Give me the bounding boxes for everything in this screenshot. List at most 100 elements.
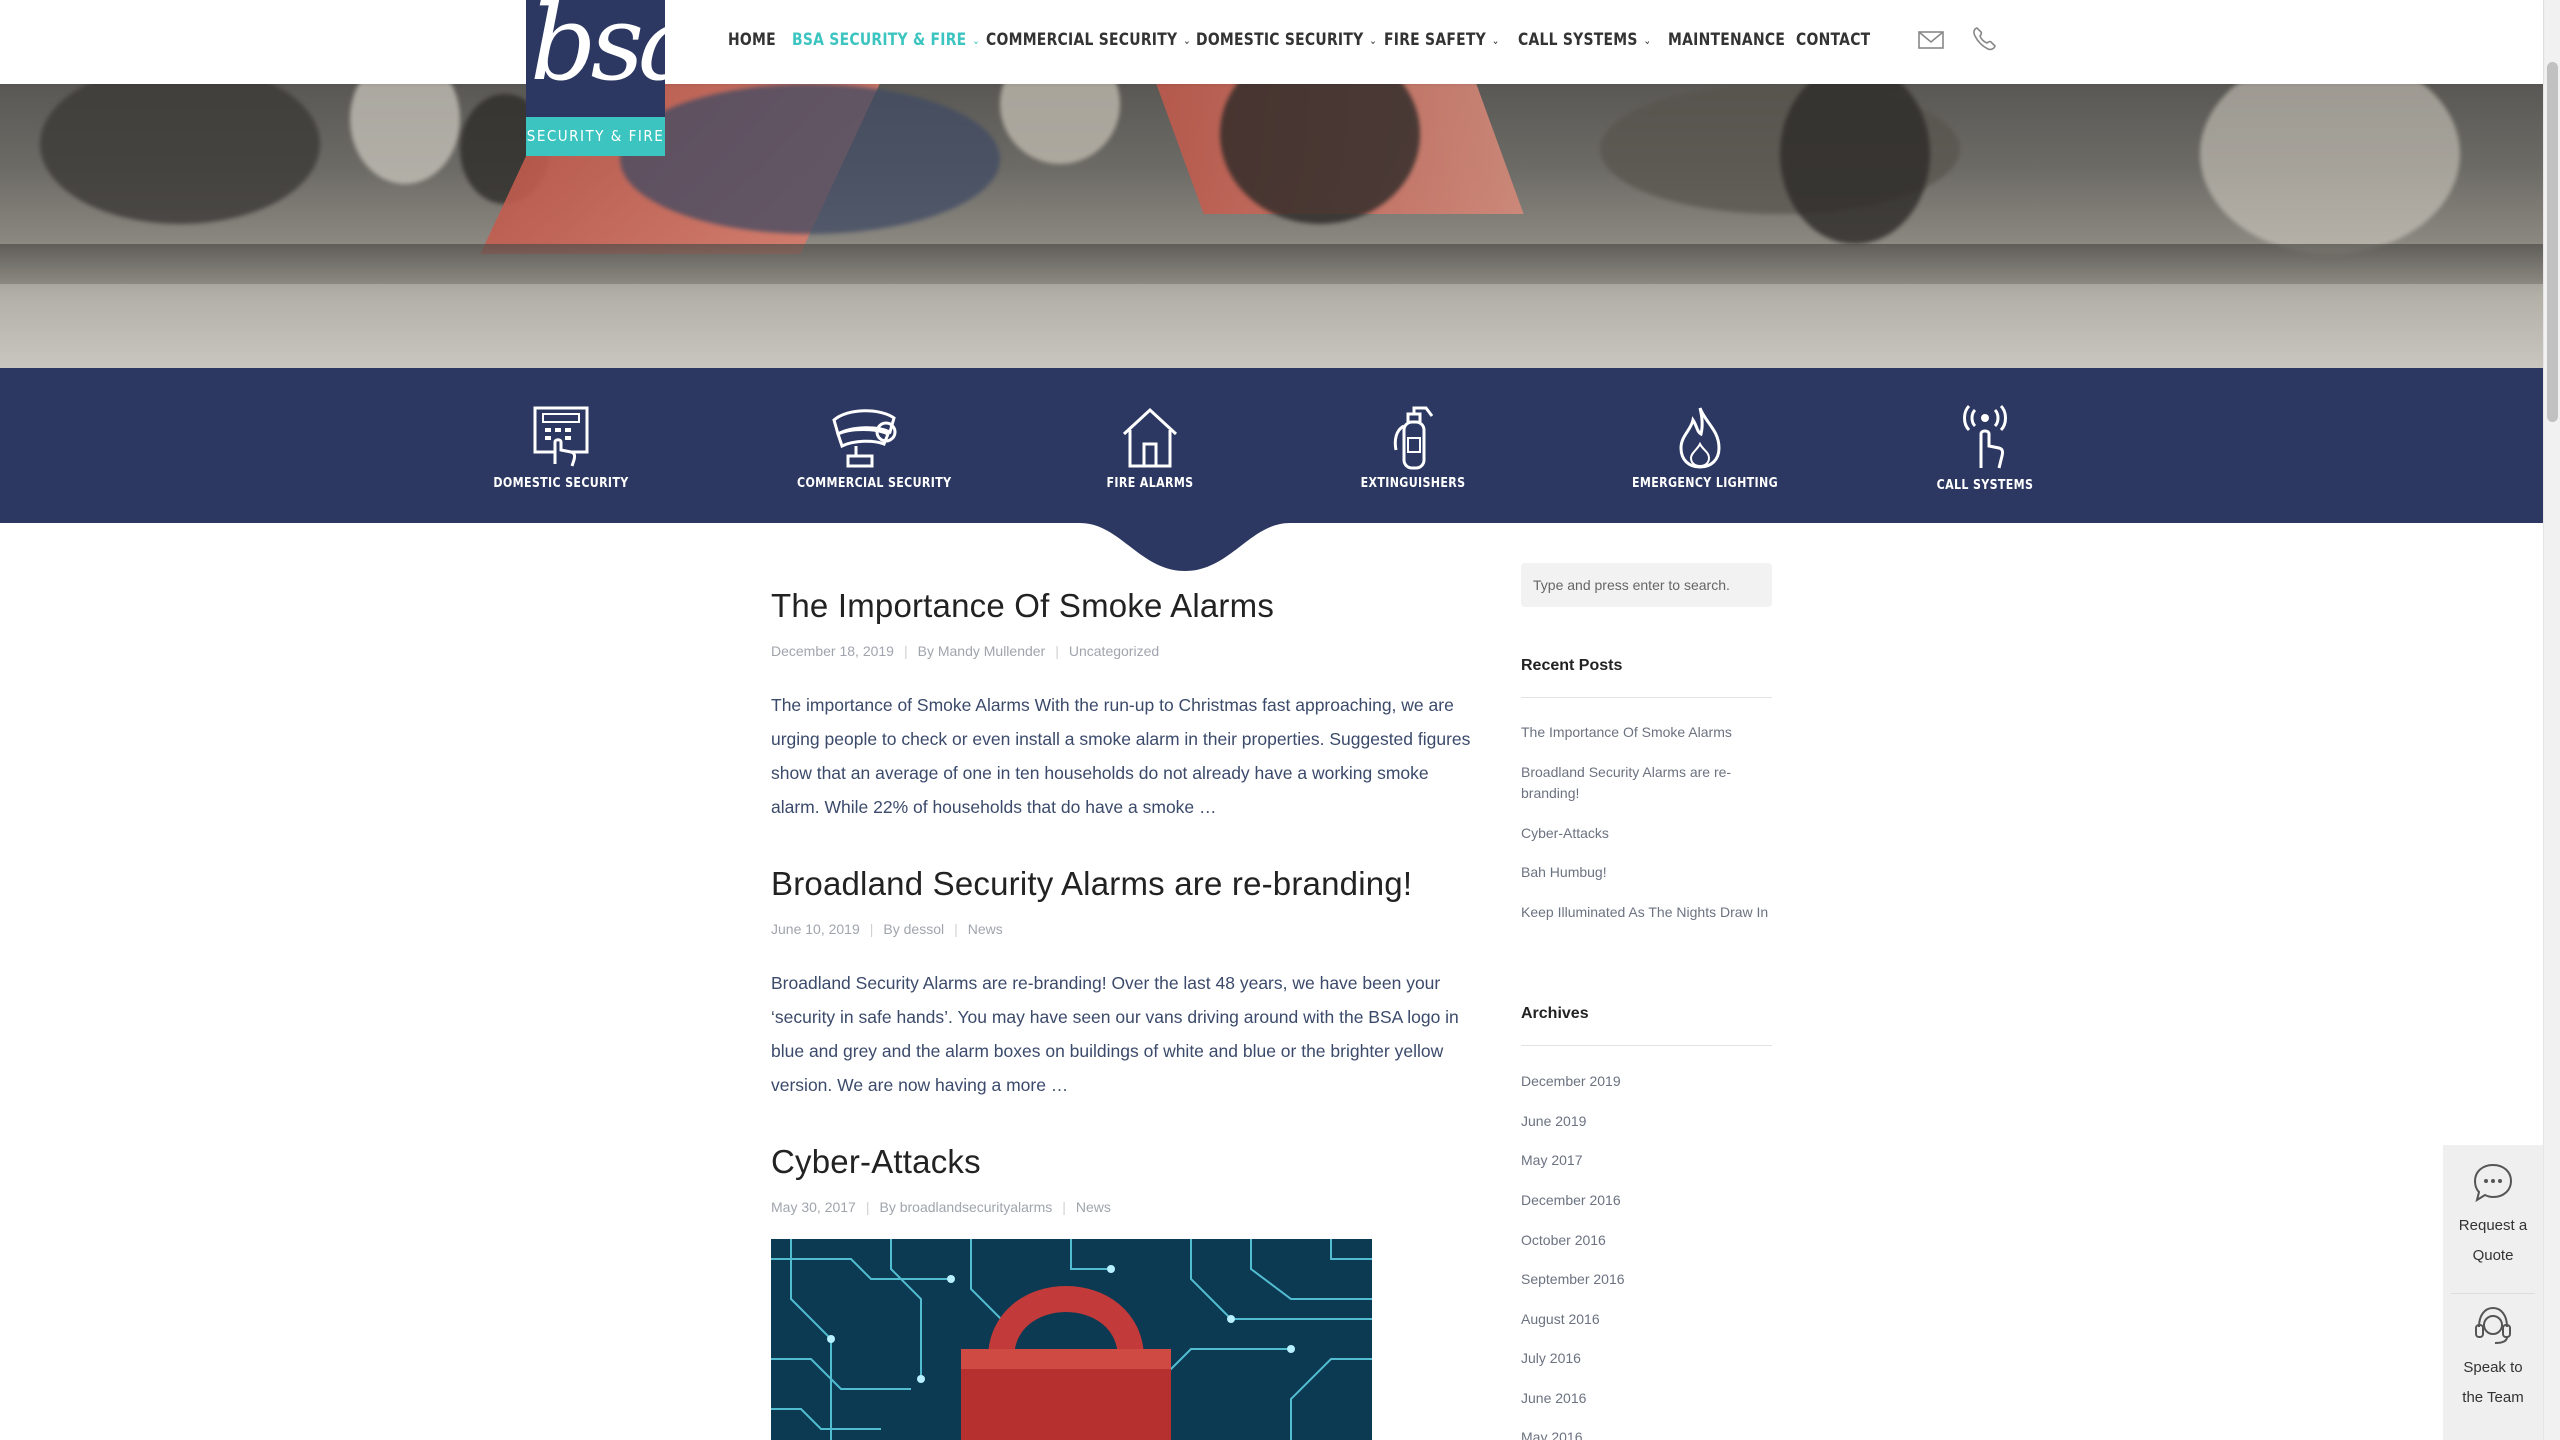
- archive-link[interactable]: December 2019: [1521, 1071, 1772, 1092]
- post-meta: June 10, 2019 | By dessol | News: [771, 921, 1003, 937]
- page-scrollbar[interactable]: [2543, 0, 2560, 1440]
- archive-link[interactable]: June 2019: [1521, 1111, 1772, 1132]
- recent-post-link[interactable]: Cyber-Attacks: [1521, 823, 1772, 844]
- logo-tagline: SECURITY & FIRE: [526, 117, 665, 156]
- nav-label: FIRE SAFETY: [1384, 30, 1487, 50]
- request-quote-button[interactable]: Request a Quote: [2443, 1161, 2543, 1271]
- archive-link[interactable]: August 2016: [1521, 1309, 1772, 1330]
- phone-icon[interactable]: [1969, 24, 1999, 54]
- post-category[interactable]: Uncategorized: [1069, 643, 1159, 659]
- service-fire-alarms[interactable]: FIRE ALARMS: [1070, 404, 1230, 491]
- house-icon: [1122, 407, 1178, 468]
- scrollbar-thumb[interactable]: [2547, 62, 2558, 422]
- recent-post-link[interactable]: Bah Humbug!: [1521, 862, 1772, 883]
- post-category[interactable]: News: [1076, 1199, 1111, 1215]
- recent-post-link[interactable]: Keep Illuminated As The Nights Draw In: [1521, 902, 1772, 923]
- chevron-down-icon: ⌄: [972, 33, 981, 47]
- speak-team-label-1: Speak to: [2463, 1359, 2523, 1376]
- post-item: Cyber-Attacks May 30, 2017 | By broadlands…: [771, 1143, 1476, 1215]
- circuit-padlock-image: [771, 1239, 1372, 1440]
- post-featured-image[interactable]: [771, 1239, 1372, 1440]
- post-date[interactable]: June 10, 2019: [771, 921, 860, 937]
- nav-label: MAINTENANCE: [1668, 30, 1786, 50]
- chevron-down-icon: ⌄: [1643, 33, 1652, 47]
- archive-link[interactable]: May 2017: [1521, 1150, 1772, 1171]
- recent-post-link[interactable]: The Importance Of Smoke Alarms: [1521, 722, 1772, 743]
- chat-bubble-icon: [2473, 1163, 2513, 1203]
- service-domestic-security[interactable]: DOMESTIC SECURITY: [481, 404, 641, 491]
- widget-divider: [1521, 1045, 1772, 1046]
- archive-link[interactable]: June 2016: [1521, 1388, 1772, 1409]
- post-category[interactable]: News: [968, 921, 1003, 937]
- flame-icon: [1679, 407, 1721, 469]
- services-notch: [1080, 523, 1290, 571]
- archive-link[interactable]: May 2016: [1521, 1427, 1772, 1440]
- service-label: CALL SYSTEMS: [1936, 478, 2034, 493]
- hero-banner: [0, 84, 2543, 368]
- chevron-down-icon: ⌄: [1491, 33, 1500, 47]
- services-bar: DOMESTIC SECURITY COMMERCIAL SECURITY FI…: [0, 368, 2543, 523]
- post-author[interactable]: By Mandy Mullender: [918, 643, 1046, 659]
- speak-to-team-button[interactable]: Speak to the Team: [2443, 1303, 2543, 1413]
- post-author[interactable]: By broadlandsecurityalarms: [879, 1199, 1052, 1215]
- nav-label: HOME: [728, 30, 776, 50]
- nav-label: BSA SECURITY & FIRE: [792, 30, 967, 50]
- service-label: EXTINGUISHERS: [1360, 476, 1466, 491]
- service-label: COMMERCIAL SECURITY: [797, 476, 952, 491]
- bsa-logo[interactable]: bsa SECURITY & FIRE: [526, 0, 665, 156]
- nav-label: CALL SYSTEMS: [1518, 30, 1638, 50]
- post-date[interactable]: May 30, 2017: [771, 1199, 856, 1215]
- logo-mark: bsa: [526, 0, 665, 117]
- widget-divider: [1521, 697, 1772, 698]
- archive-link[interactable]: July 2016: [1521, 1348, 1772, 1369]
- post-title[interactable]: Broadland Security Alarms are re-brandin…: [771, 865, 1476, 903]
- post-meta: December 18, 2019 | By Mandy Mullender | Unc…: [771, 643, 1160, 659]
- nav-label: CONTACT: [1796, 30, 1871, 50]
- nav-fire-safety[interactable]: FIRE SAFETY ⌄: [1384, 30, 1525, 50]
- logo-text: bsa: [530, 0, 665, 104]
- nav-label: COMMERCIAL SECURITY: [986, 30, 1178, 50]
- nav-call-systems[interactable]: CALL SYSTEMS ⌄: [1518, 30, 1681, 50]
- post-item: The Importance Of Smoke Alarms December …: [771, 587, 1476, 824]
- post-excerpt: The importance of Smoke Alarms With the …: [771, 695, 1471, 817]
- service-commercial-security[interactable]: COMMERCIAL SECURITY: [785, 404, 952, 491]
- panel-divider: [2451, 1293, 2535, 1294]
- nav-contact[interactable]: CONTACT: [1796, 30, 1887, 50]
- post-meta: May 30, 2017 | By broadlandsecurityalarms |…: [771, 1199, 1111, 1215]
- archives-title: Archives: [1521, 1005, 1589, 1022]
- service-emergency-lighting[interactable]: EMERGENCY LIGHTING: [1620, 404, 1780, 491]
- post-author[interactable]: By dessol: [883, 921, 944, 937]
- recent-posts-title: Recent Posts: [1521, 657, 1623, 674]
- site-header: HOME BSA SECURITY & FIRE ⌄ COMMERCIAL SEC…: [0, 0, 2543, 84]
- service-label: EMERGENCY LIGHTING: [1632, 476, 1778, 491]
- nav-maintenance[interactable]: MAINTENANCE: [1668, 30, 1811, 50]
- nav-home[interactable]: HOME: [728, 30, 786, 50]
- recent-post-link[interactable]: Broadland Security Alarms are re-brandin…: [1521, 762, 1772, 804]
- archive-link[interactable]: December 2016: [1521, 1190, 1772, 1211]
- post-excerpt: Broadland Security Alarms are re-brandin…: [771, 973, 1459, 1095]
- post-item: Broadland Security Alarms are re-brandin…: [771, 865, 1476, 1102]
- mail-icon[interactable]: [1916, 24, 1946, 54]
- fire-extinguisher-icon: [1393, 406, 1434, 470]
- speak-team-label-2: the Team: [2462, 1389, 2524, 1406]
- request-quote-label-2: Quote: [2472, 1247, 2514, 1264]
- floating-contact-panel: Request a Quote Speak to the Team: [2443, 1145, 2543, 1440]
- post-date[interactable]: December 18, 2019: [771, 643, 894, 659]
- search-input[interactable]: [1521, 563, 1772, 607]
- service-extinguishers[interactable]: EXTINGUISHERS: [1333, 404, 1493, 491]
- service-call-systems[interactable]: CALL SYSTEMS: [1905, 404, 2065, 493]
- chevron-down-icon: ⌄: [1183, 33, 1191, 47]
- chevron-down-icon: ⌄: [1369, 33, 1378, 47]
- service-label: FIRE ALARMS: [1106, 476, 1194, 491]
- service-label: DOMESTIC SECURITY: [493, 476, 629, 491]
- post-title[interactable]: Cyber-Attacks: [771, 1143, 1476, 1181]
- headset-icon: [2475, 1306, 2511, 1344]
- keypad-icon: [533, 406, 589, 467]
- call-button-icon: [1963, 404, 2007, 469]
- archive-link[interactable]: September 2016: [1521, 1269, 1772, 1290]
- nav-label: DOMESTIC SECURITY: [1196, 30, 1364, 50]
- post-title[interactable]: The Importance Of Smoke Alarms: [771, 587, 1476, 625]
- cctv-camera-icon: [832, 409, 897, 468]
- archive-link[interactable]: October 2016: [1521, 1230, 1772, 1251]
- request-quote-label-1: Request a: [2458, 1217, 2528, 1234]
